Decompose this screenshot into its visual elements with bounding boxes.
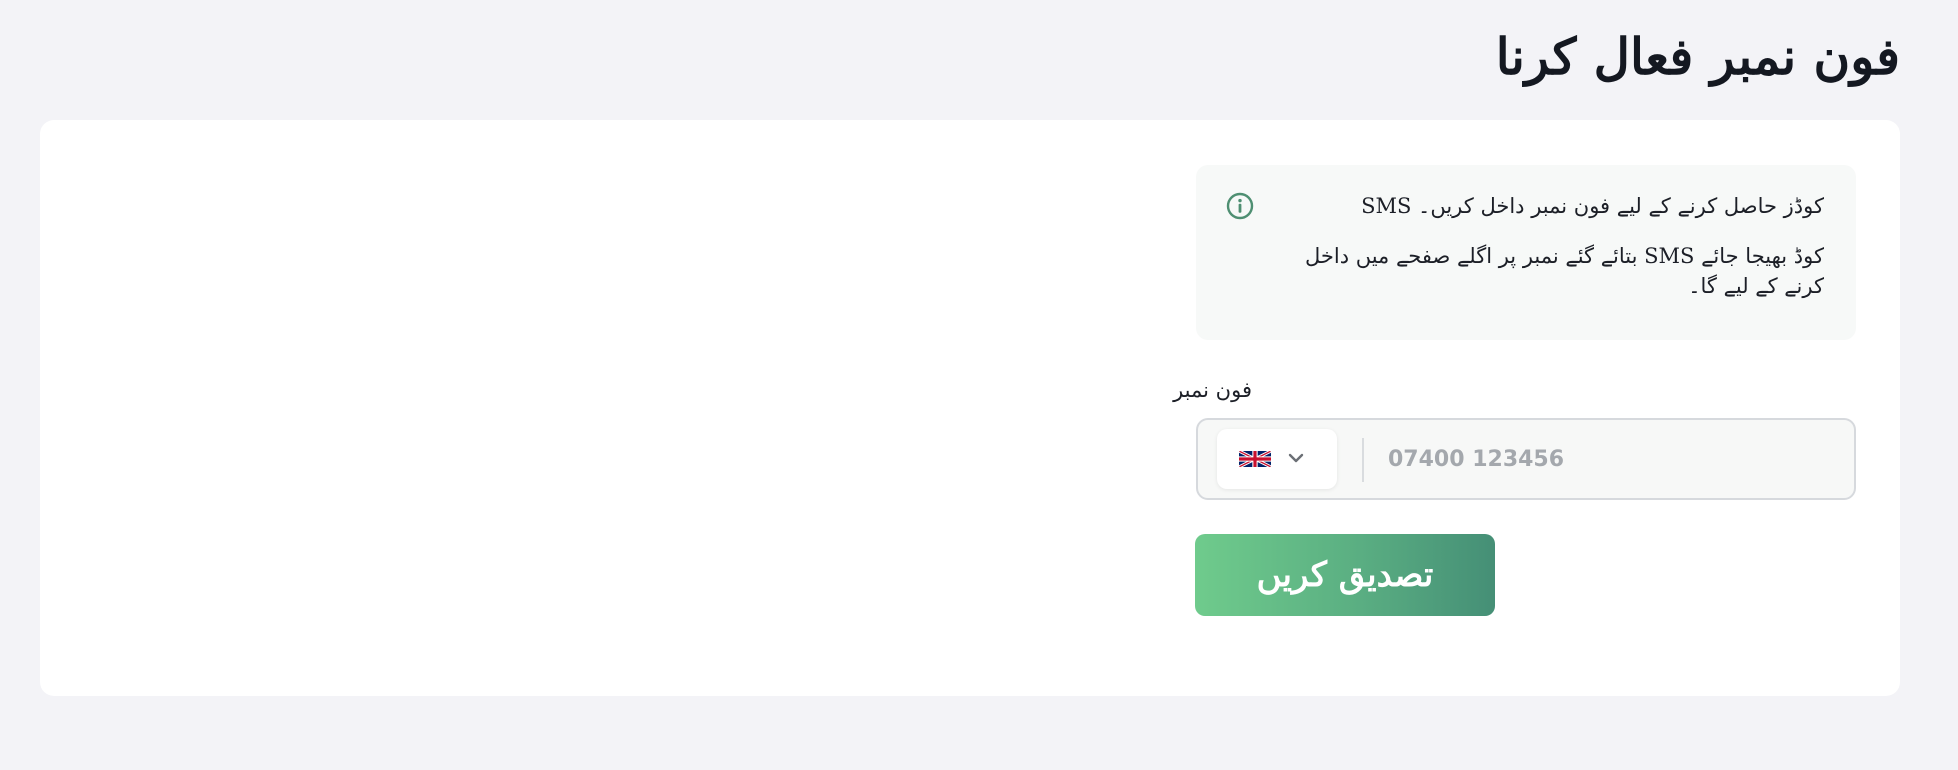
uk-flag-icon [1239,451,1271,467]
page: فون نمبر فعال کرنا کوڈز حاصل کرنے کے لیے… [0,0,1958,770]
page-title: فون نمبر فعال کرنا [1495,27,1900,86]
phone-number-input[interactable] [1374,429,1862,489]
verify-button[interactable]: تصدیق کریں [1195,534,1495,616]
field-divider [1362,438,1364,482]
phone-number-label: فون نمبر [1173,378,1252,402]
phone-number-field [1196,418,1862,500]
info-texts: کوڈز حاصل کرنے کے لیے فون نمبر داخل کریں… [1276,191,1824,315]
activation-card: کوڈز حاصل کرنے کے لیے فون نمبر داخل کریں… [40,120,1900,696]
chevron-down-icon [1288,453,1304,463]
info-box: کوڈز حاصل کرنے کے لیے فون نمبر داخل کریں… [1196,165,1856,340]
country-code-dropdown[interactable] [1217,429,1337,489]
info-circle-icon [1226,192,1254,220]
info-line-2: کوڈ بھیجا جائے SMS بتائے گئے نمبر پر اگل… [1304,244,1824,298]
info-line-1: کوڈز حاصل کرنے کے لیے فون نمبر داخل کریں… [1361,194,1824,218]
